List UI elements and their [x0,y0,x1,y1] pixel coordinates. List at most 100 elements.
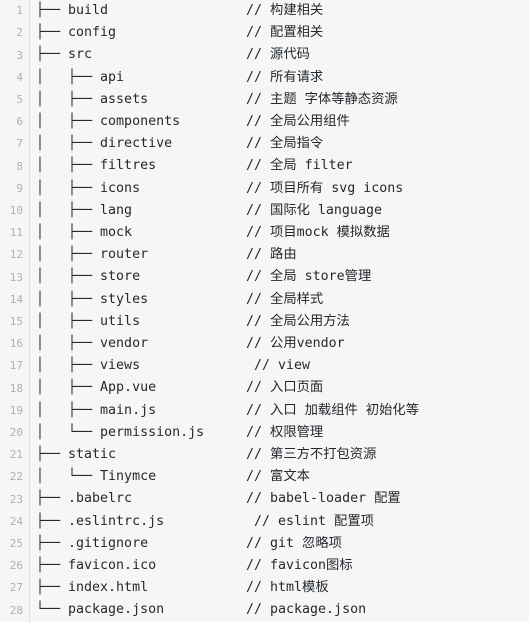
line-number: 19 [9,403,23,417]
line-number: 6 [16,115,23,129]
tree-entry-comment: // 路由 [246,247,297,263]
line-number: 24 [9,514,23,528]
code-line-content: │ ├── router // 路由 [29,244,529,266]
project-structure-code-block: 1 ├── build // 构建相关 2 ├── config // 配置相关 3 ├── … [0,0,529,622]
code-line[interactable]: 14 │ ├── styles // 全局样式 [0,289,529,311]
code-line[interactable]: 28 └── package.json // package.json [0,599,529,621]
code-line-content: ├── index.html // html模板 [29,577,529,599]
tree-entry: │ ├── components [36,114,181,130]
tree-entry-comment: // package.json [246,602,367,618]
tree-entry-comment: // babel-loader 配置 [246,491,401,507]
line-number: 1 [16,4,23,18]
code-line[interactable]: 16 │ ├── vendor // 公用vendor [0,333,529,355]
code-line[interactable]: 15 │ ├── utils // 全局公用方法 [0,311,529,333]
code-line[interactable]: 9 │ ├── icons // 项目所有 svg icons [0,178,529,200]
tree-entry-comment: // 所有请求 [246,69,324,85]
code-line-list: 1 ├── build // 构建相关 2 ├── config // 配置相关 3 ├── … [0,0,529,622]
line-number: 21 [9,448,23,462]
tree-entry-comment: // favicon图标 [246,558,353,574]
code-line-content: │ ├── App.vue // 入口页面 [29,377,529,399]
code-line[interactable]: 7 │ ├── directive // 全局指令 [0,133,529,155]
line-number: 8 [16,159,23,173]
line-number: 26 [9,559,23,573]
code-line[interactable]: 3 ├── src // 源代码 [0,44,529,66]
tree-entry-comment: // 项目mock 模拟数据 [246,225,390,241]
code-line[interactable]: 27 ├── index.html // html模板 [0,577,529,599]
line-number: 2 [16,26,23,40]
code-line[interactable]: 2 ├── config // 配置相关 [0,22,529,44]
line-number: 9 [16,181,23,195]
tree-entry: │ └── permission.js [36,424,205,440]
code-line-content: │ ├── styles // 全局样式 [29,289,529,311]
line-number: 13 [9,270,23,284]
tree-entry: ├── .eslintrc.js [36,513,165,529]
code-line[interactable]: 5 │ ├── assets // 主题 字体等静态资源 [0,89,529,111]
code-line[interactable]: 12 │ ├── router // 路由 [0,244,529,266]
line-number: 3 [16,48,23,62]
tree-entry-comment: // 第三方不打包资源 [246,447,377,463]
code-line[interactable]: 20 │ └── permission.js // 权限管理 [0,422,529,444]
tree-entry: │ ├── utils [36,313,141,329]
tree-entry: │ ├── api [36,69,125,85]
code-line-content: ├── favicon.ico // favicon图标 [29,555,529,577]
tree-entry: │ ├── store [36,269,141,285]
code-line-content: │ ├── utils // 全局公用方法 [29,311,529,333]
line-number: 14 [9,292,23,306]
tree-entry: ├── build [36,3,109,18]
code-line[interactable]: 19 │ ├── main.js // 入口 加载组件 初始化等 [0,400,529,422]
tree-entry-comment: // html模板 [246,580,329,596]
tree-entry: │ ├── directive [36,136,173,152]
tree-entry-comment: // 入口 加载组件 初始化等 [246,402,419,418]
code-line[interactable]: 17 │ ├── views // view [0,355,529,377]
code-line[interactable]: 6 │ ├── components // 全局公用组件 [0,111,529,133]
tree-entry: │ ├── App.vue [36,380,157,396]
tree-entry: ├── index.html [36,580,149,596]
code-line[interactable]: 18 │ ├── App.vue // 入口页面 [0,377,529,399]
line-number: 11 [9,226,23,240]
tree-entry-comment: // 构建相关 [246,3,324,18]
tree-entry-comment: // 全局公用方法 [246,313,350,329]
tree-entry: │ ├── vendor [36,336,149,352]
tree-entry: │ └── Tinymce [36,469,157,485]
line-number: 7 [16,137,23,151]
code-line-content: ├── .eslintrc.js // eslint 配置项 [29,511,529,533]
code-line-content: │ ├── components // 全局公用组件 [29,111,529,133]
code-line[interactable]: 1 ├── build // 构建相关 [0,0,529,22]
line-number: 27 [9,581,23,595]
code-line-content: ├── config // 配置相关 [29,22,529,44]
tree-entry: │ ├── filtres [36,158,157,174]
line-number: 25 [9,536,23,550]
code-line[interactable]: 23 ├── .babelrc // babel-loader 配置 [0,488,529,510]
code-line[interactable]: 24 ├── .eslintrc.js // eslint 配置项 [0,511,529,533]
line-number: 12 [9,248,23,262]
code-line[interactable]: 26 ├── favicon.ico // favicon图标 [0,555,529,577]
code-line-content: ├── src // 源代码 [29,44,529,66]
line-number: 10 [9,203,23,217]
code-line-content: │ ├── vendor // 公用vendor [29,333,529,355]
tree-entry-comment: // eslint 配置项 [246,513,374,529]
tree-entry-comment: // 配置相关 [246,25,324,41]
tree-entry: │ ├── icons [36,180,141,196]
tree-entry: │ ├── main.js [36,402,157,418]
tree-entry: └── package.json [36,602,165,618]
code-line[interactable]: 4 │ ├── api // 所有请求 [0,67,529,89]
tree-entry-comment: // 权限管理 [246,424,324,440]
code-line-content: │ ├── api // 所有请求 [29,67,529,89]
tree-entry: ├── static [36,447,117,463]
code-line[interactable]: 11 │ ├── mock // 项目mock 模拟数据 [0,222,529,244]
code-line[interactable]: 22 │ └── Tinymce // 富文本 [0,466,529,488]
code-line-content: │ ├── icons // 项目所有 svg icons [29,178,529,200]
tree-entry-comment: // 全局 store管理 [246,269,372,285]
code-line[interactable]: 8 │ ├── filtres // 全局 filter [0,155,529,177]
line-number: 17 [9,359,23,373]
tree-entry: │ ├── mock [36,225,133,241]
code-line[interactable]: 21 ├── static // 第三方不打包资源 [0,444,529,466]
code-line[interactable]: 25 ├── .gitignore // git 忽略项 [0,533,529,555]
code-line[interactable]: 10 │ ├── lang // 国际化 language [0,200,529,222]
code-line-content: ├── static // 第三方不打包资源 [29,444,529,466]
tree-entry: │ ├── router [36,247,149,263]
code-line-content: │ ├── main.js // 入口 加载组件 初始化等 [29,400,529,422]
tree-entry-comment: // 入口页面 [246,380,324,396]
code-line[interactable]: 13 │ ├── store // 全局 store管理 [0,266,529,288]
code-line-content: │ └── Tinymce // 富文本 [29,466,529,488]
